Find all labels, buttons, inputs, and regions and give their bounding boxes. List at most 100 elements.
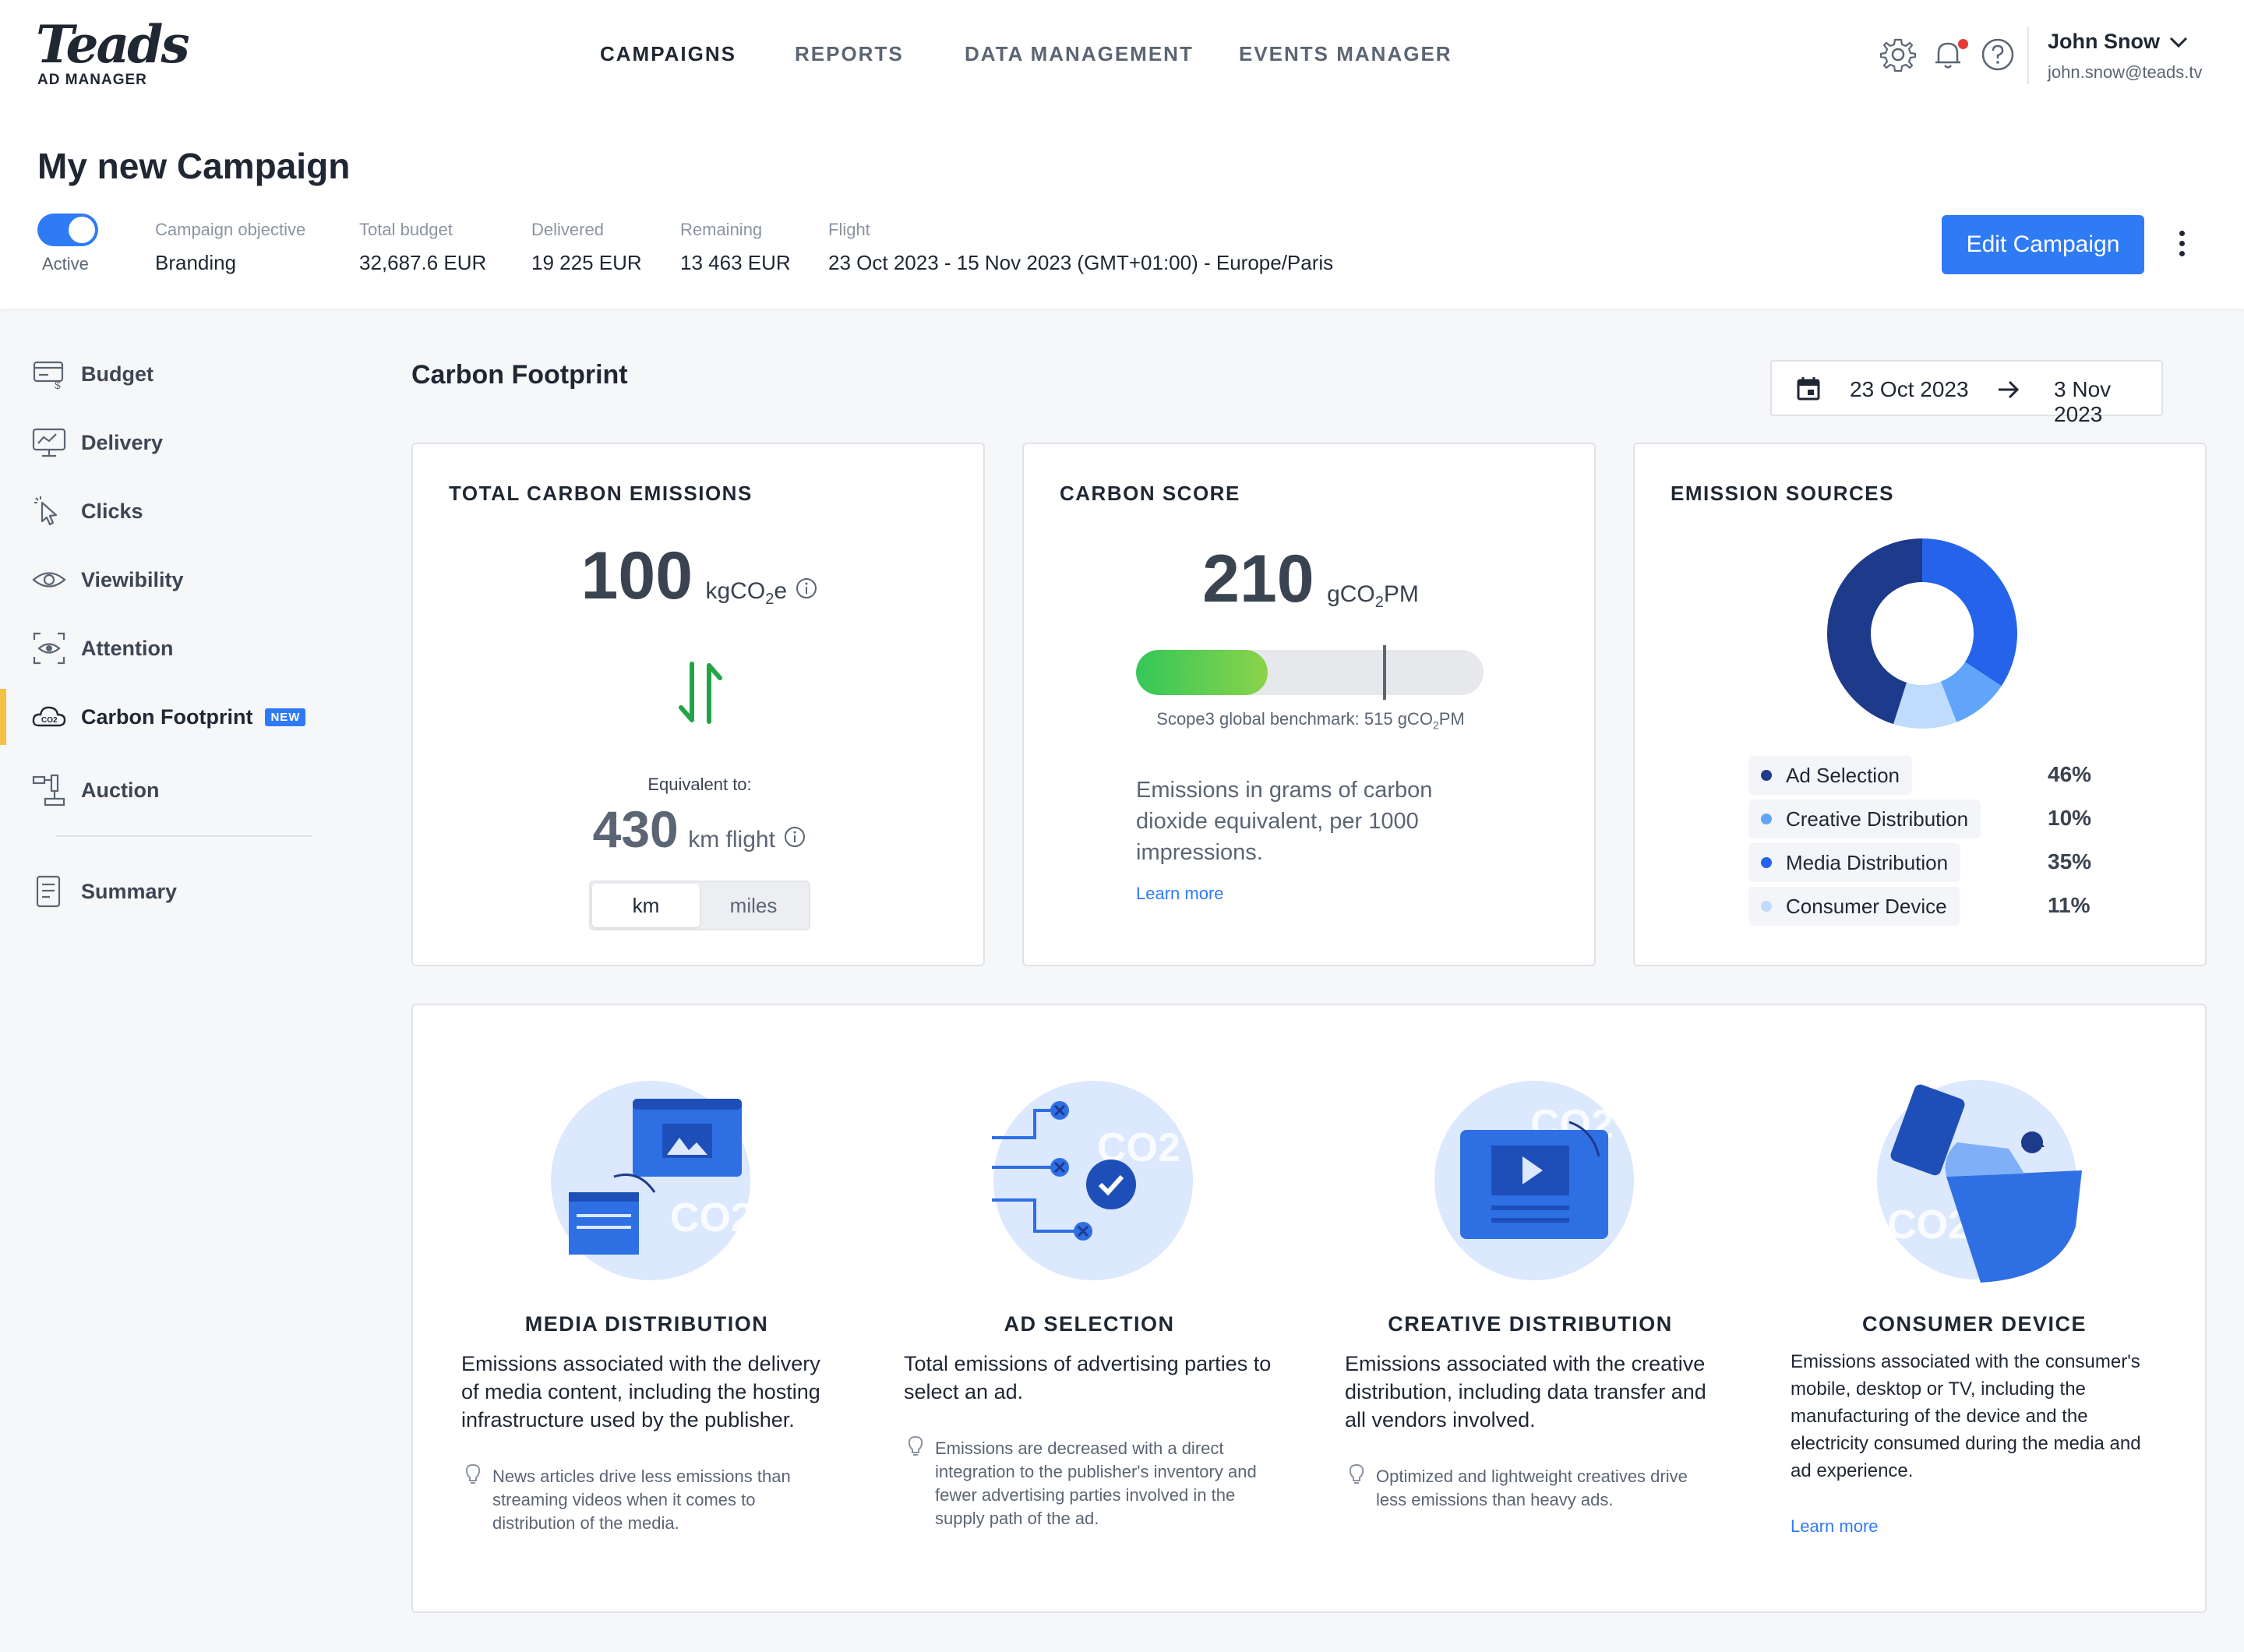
sidebar-item-carbon-footprint[interactable]: CO2 Carbon Footprint NEW	[31, 694, 319, 740]
edit-campaign-button[interactable]: Edit Campaign	[1942, 215, 2144, 274]
legend-dot	[1761, 901, 1772, 912]
sidebar-item-auction[interactable]: Auction	[31, 767, 319, 814]
delivered-value: 19 225 EUR	[531, 251, 642, 274]
sidebar-item-label: Attention	[81, 636, 174, 660]
info-icon[interactable]	[795, 577, 818, 600]
emission-sources-info-panel: CO2 MEDIA DISTRIBUTION Emissions associa…	[411, 1004, 2207, 1613]
delivery-icon	[32, 428, 66, 457]
auction-icon	[32, 774, 65, 807]
score-value: 210	[1202, 542, 1314, 616]
info-title: CREATIVE DISTRIBUTION	[1388, 1312, 1673, 1336]
info-description: Emissions associated with the delivery o…	[461, 1352, 820, 1431]
emission-sources-donut-chart	[1827, 538, 2017, 729]
nav-tab-reports[interactable]: REPORTS	[795, 42, 904, 66]
flight-label: Flight	[828, 220, 870, 239]
eye-icon	[32, 572, 66, 588]
nav-tab-data-management[interactable]: DATA MANAGEMENT	[965, 42, 1194, 66]
unit-option-km[interactable]: km	[592, 884, 700, 927]
creative-distribution-illustration: CO2	[1434, 1081, 1634, 1280]
legend-label: Creative Distribution	[1786, 807, 1969, 831]
info-description: Emissions associated with the consumer's…	[1791, 1351, 2141, 1481]
carbon-score-card: CARBON SCORE 210 gCO2PM Scope3 global be…	[1022, 443, 1596, 966]
section-title: Carbon Footprint	[411, 360, 628, 390]
svg-text:$: $	[55, 379, 61, 391]
card-title: EMISSION SOURCES	[1671, 482, 1894, 505]
info-icon[interactable]	[783, 825, 806, 849]
equivalent-row: 430 km flight	[413, 800, 986, 859]
lightbulb-icon	[908, 1435, 923, 1456]
donut-slice-media-distribution	[1922, 538, 2017, 687]
sidebar-item-label: Auction	[81, 778, 160, 802]
learn-more-link[interactable]: Learn more	[1136, 884, 1224, 904]
info-tip: News articles drive less emissions than …	[492, 1467, 791, 1533]
budget-value: 32,687.6 EUR	[359, 251, 487, 274]
info-title: CONSUMER DEVICE	[1861, 1312, 2087, 1336]
nav-tab-campaigns[interactable]: CAMPAIGNS	[600, 42, 736, 66]
benchmark-text: Scope3 global benchmark: 515 gCO2PM	[1156, 709, 1465, 732]
teads-logo[interactable]: Teads	[36, 14, 190, 75]
score-progress-bar	[1136, 650, 1484, 695]
divider	[2027, 26, 2029, 84]
date-range-picker[interactable]: 23 Oct 2023 3 Nov 2023	[1770, 360, 2163, 426]
arrow-right-icon	[1999, 380, 2020, 399]
more-options-icon[interactable]	[2174, 228, 2189, 262]
legend-item: Creative Distribution	[1748, 800, 1981, 838]
emissions-value: 100	[580, 538, 693, 613]
user-email: john.snow@teads.tv	[2048, 62, 2203, 82]
svg-text:CO2: CO2	[41, 716, 58, 725]
legend-item: Consumer Device	[1748, 887, 1960, 926]
lightbulb-icon	[465, 1463, 481, 1484]
campaign-active-toggle[interactable]	[37, 214, 98, 246]
sidebar-item-attention[interactable]: Attention	[31, 625, 319, 672]
info-description: Emissions associated with the creative d…	[1345, 1352, 1706, 1431]
total-emissions-card: TOTAL CARBON EMISSIONS 100 kgCO2e Equiva…	[411, 443, 985, 966]
emission-sources-card: EMISSION SOURCES Ad Selection 46% Creati…	[1633, 443, 2207, 966]
card-title: CARBON SCORE	[1060, 482, 1240, 505]
score-progress-fill	[1136, 650, 1268, 695]
info-title: MEDIA DISTRIBUTION	[524, 1312, 769, 1336]
sidebar-item-label: Clicks	[81, 499, 143, 523]
sidebar-item-clicks[interactable]: Clicks	[31, 488, 319, 535]
legend-percent: 46%	[2048, 762, 2092, 786]
equivalent-unit: km flight	[688, 827, 775, 852]
score-unit: gCO2PM	[1327, 581, 1419, 611]
lightbulb-icon	[1349, 1463, 1364, 1484]
info-tip: Emissions are decreased with a direct in…	[935, 1438, 1257, 1528]
chevron-down-icon[interactable]	[2168, 34, 2189, 50]
user-menu[interactable]: John Snow	[2048, 30, 2160, 54]
objective-value: Branding	[155, 251, 237, 274]
gear-icon[interactable]	[1879, 36, 1917, 73]
delivered-label: Delivered	[531, 220, 604, 239]
info-title: AD SELECTION	[1004, 1312, 1175, 1336]
unit-option-miles[interactable]: miles	[700, 882, 807, 929]
score-description: Emissions in grams of carbon dioxide equ…	[1136, 778, 1433, 865]
sidebar-item-label: Delivery	[81, 430, 164, 454]
date-from[interactable]: 23 Oct 2023	[1850, 377, 1969, 402]
unit-toggle[interactable]: km miles	[589, 881, 810, 930]
legend-dot	[1761, 770, 1772, 781]
card-title: TOTAL CARBON EMISSIONS	[449, 482, 753, 505]
remaining-value: 13 463 EUR	[680, 251, 791, 274]
top-navigation-bar: Teads AD MANAGER CAMPAIGNS REPORTS DATA …	[0, 0, 2244, 109]
sidebar-item-summary[interactable]: Summary	[31, 868, 319, 915]
nav-tab-events-manager[interactable]: EVENTS MANAGER	[1239, 42, 1452, 66]
legend-percent: 10%	[2048, 806, 2092, 830]
up-down-arrows-icon	[679, 662, 722, 724]
legend-label: Consumer Device	[1786, 894, 1947, 918]
equivalent-value: 430	[592, 800, 679, 858]
summary-icon	[36, 875, 61, 908]
sidebar-item-delivery[interactable]: Delivery	[31, 419, 319, 466]
notification-dot	[1958, 39, 1968, 49]
page-title: My new Campaign	[37, 146, 351, 186]
cursor-icon	[34, 496, 58, 526]
sidebar-item-budget[interactable]: $ Budget	[31, 351, 319, 397]
learn-more-link[interactable]: Learn more	[1791, 1516, 1879, 1537]
benchmark-marker	[1382, 645, 1386, 700]
budget-icon: $	[33, 361, 64, 391]
consumer-device-illustration: CO2	[1877, 1080, 2082, 1283]
date-to[interactable]: 3 Nov 2023	[2054, 377, 2161, 427]
sidebar-item-viewibility[interactable]: Viewibility	[31, 556, 319, 603]
legend-dot	[1761, 814, 1772, 824]
help-icon[interactable]	[1979, 36, 2016, 73]
legend-label: Media Distribution	[1786, 850, 1949, 874]
